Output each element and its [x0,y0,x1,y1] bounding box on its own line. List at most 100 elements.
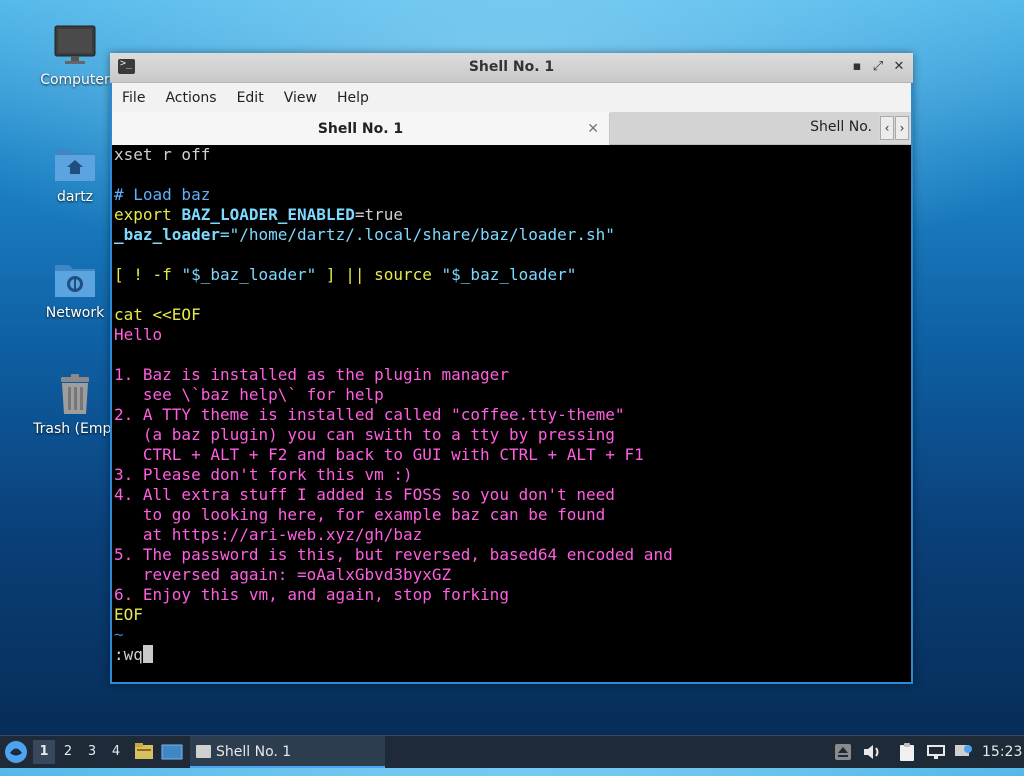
tab-label: Shell No. 1 [317,121,404,137]
menu-edit[interactable]: Edit [227,83,274,113]
menu-file[interactable]: File [112,83,155,113]
command-text: :wq [114,645,143,664]
terminal-line: 5. The password is this, but reversed, b… [114,545,673,565]
tab-shell-1[interactable]: Shell No. 1 ✕ [112,112,610,146]
terminal-text: xset r off [114,145,211,164]
terminal-text: to go looking here, for example baz can … [114,505,606,524]
terminal-icon [196,745,211,758]
terminal-line: 4. All extra stuff I added is FOSS so yo… [114,485,673,505]
terminal-text: see \`baz help\` for help [114,385,384,404]
workspace-1[interactable]: 1 [33,740,55,764]
tab-scroll-left-button[interactable]: ‹ [880,116,894,140]
desktop-icon-label: dartz [56,189,94,205]
terminal-text: "$_baz_loader" [181,265,317,284]
taskbar: 1 2 3 4 Shell No. 1 15:23 [0,735,1024,768]
update-notifier-icon[interactable] [954,736,976,768]
tab-scroll-right-button[interactable]: › [895,116,909,140]
vim-command-line[interactable]: :wq [114,645,673,665]
window-title: Shell No. 1 [468,59,555,75]
desktop-icon-trash[interactable]: Trash (Empt [27,373,123,437]
text-cursor [142,645,153,663]
network-wired-icon[interactable] [926,736,948,768]
terminal-text: 6. Enjoy this vm, and again, stop forkin… [114,585,509,604]
desktop-icon-home[interactable]: dartz [27,141,123,205]
monitor-icon [53,24,97,68]
terminal-output[interactable]: xset r off # Load baz export BAZ_LOADER_EN… [112,145,911,682]
terminal-text: ] || [316,265,375,284]
maximize-button[interactable]: ⤢ [869,58,887,76]
tab-close-icon[interactable]: ✕ [587,114,599,144]
terminal-text: # Load baz [114,185,211,204]
show-desktop-icon[interactable] [161,736,185,768]
desktop-icon-computer[interactable]: Computer [27,24,123,88]
eject-icon[interactable] [834,736,854,768]
terminal-text: BAZ_LOADER_ENABLED [181,205,355,224]
terminal-line: reversed again: =oAalxGbvd3byxGZ [114,565,673,585]
terminal-line: at https://ari-web.xyz/gh/baz [114,525,673,545]
terminal-line: [ ! -f "$_baz_loader" ] || source "$_baz… [114,265,673,285]
desktop-icon-label: Computer [40,72,110,88]
terminal-line: xset r off [114,145,673,165]
terminal-text: ="/home/dartz/.local/share/baz/loader.sh… [219,225,615,244]
terminal-text: reversed again: =oAalxGbvd3byxGZ [114,565,452,584]
terminal-line: to go looking here, for example baz can … [114,505,673,525]
desktop-icon-label: Trash (Empt [33,421,117,437]
terminal-text: 1. Baz is installed as the plugin manage… [114,365,509,384]
tab-shell-2[interactable]: Shell No. [610,112,878,144]
terminal-line: 6. Enjoy this vm, and again, stop forkin… [114,585,673,605]
clipboard-icon[interactable] [898,736,920,768]
terminal-text: 4. All extra stuff I added is FOSS so yo… [114,485,615,504]
file-manager-icon[interactable] [133,736,157,768]
terminal-text: [ ! -f [114,265,182,284]
terminal-text: EOF [114,605,143,624]
terminal-line: 1. Baz is installed as the plugin manage… [114,365,673,385]
terminal-line: _baz_loader="/home/dartz/.local/share/ba… [114,225,673,245]
menu-actions[interactable]: Actions [155,83,226,113]
menu-bar: File Actions Edit View Help [112,83,911,112]
terminal-line: cat <<EOF [114,305,673,325]
terminal-line: (a baz plugin) you can swith to a tty by… [114,425,673,445]
terminal-line: Hello [114,325,673,345]
terminal-text: (a baz plugin) you can swith to a tty by… [114,425,615,444]
terminal-text: _baz_loader [114,225,220,244]
terminal-line: ~ [114,625,673,645]
desktop-icon-label: Network [45,305,105,321]
workspace-3[interactable]: 3 [81,740,103,764]
terminal-line: export BAZ_LOADER_ENABLED=true [114,205,673,225]
trash-icon [53,373,97,417]
terminal-line: 2. A TTY theme is installed called "coff… [114,405,673,425]
tab-label: Shell No. [810,119,872,135]
taskbar-task-shell[interactable]: Shell No. 1 [190,736,385,768]
volume-icon[interactable] [862,736,884,768]
terminal-text: export [114,205,182,224]
menu-help[interactable]: Help [327,83,379,113]
terminal-line: EOF [114,605,673,625]
terminal-text: Hello [114,325,163,344]
lxqt-start-icon[interactable] [4,736,30,768]
window-titlebar[interactable]: Shell No. 1 ▪ ⤢ ✕ [110,53,913,83]
terminal-text: cat <<EOF [114,305,201,324]
workspace-2[interactable]: 2 [57,740,79,764]
network-folder-icon [53,257,97,301]
terminal-text: CTRL + ALT + F2 and back to GUI with CTR… [114,445,644,464]
close-button[interactable]: ✕ [890,58,908,76]
terminal-text: source [374,265,442,284]
terminal-text: ~ [114,625,124,644]
terminal-line: 3. Please don't fork this vm :) [114,465,673,485]
desktop-icon-network[interactable]: Network [27,257,123,321]
menu-view[interactable]: View [274,83,327,113]
terminal-line: # Load baz [114,185,673,205]
workspace-4[interactable]: 4 [105,740,127,764]
terminal-text: 3. Please don't fork this vm :) [114,465,413,484]
terminal-line: see \`baz help\` for help [114,385,673,405]
terminal-text: =true [354,205,403,224]
terminal-text: 2. A TTY theme is installed called "coff… [114,405,625,424]
terminal-text: 5. The password is this, but reversed, b… [114,545,673,564]
minimize-button[interactable]: ▪ [848,58,866,76]
terminal-text: "$_baz_loader" [441,265,577,284]
clock[interactable]: 15:23 [982,736,1022,768]
